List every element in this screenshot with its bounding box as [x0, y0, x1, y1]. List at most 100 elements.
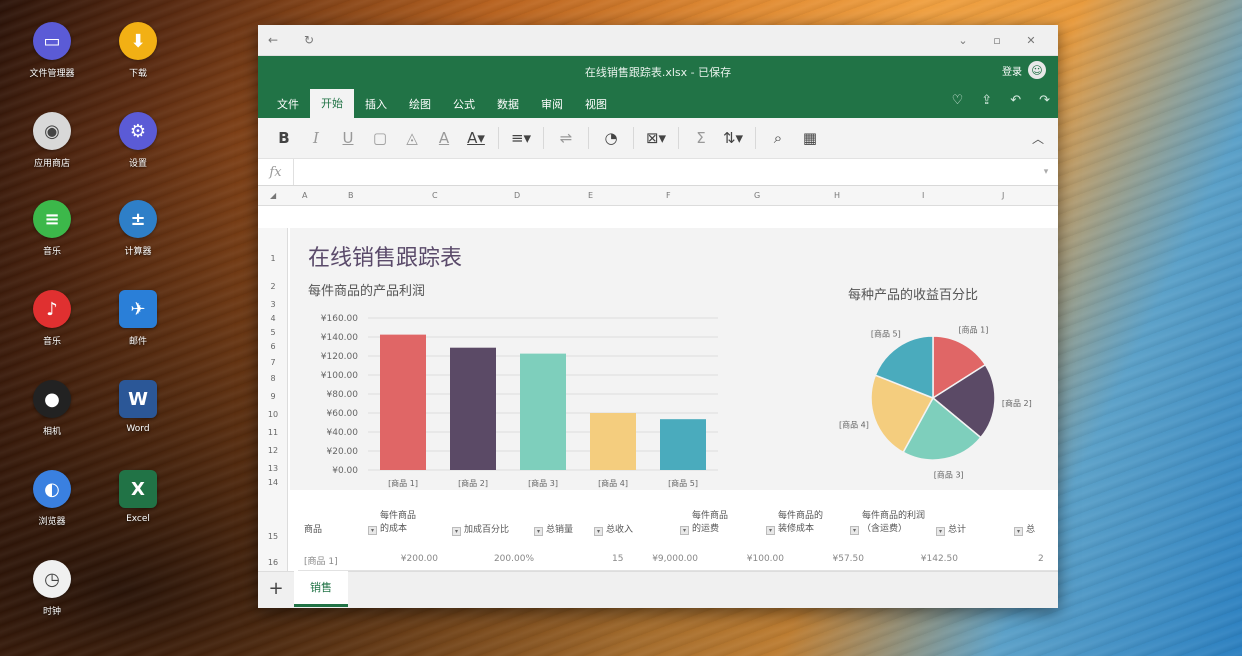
filter-dropdown-icon[interactable]: ▾ [594, 527, 603, 536]
row-header[interactable]: 16 [258, 558, 288, 567]
filter-dropdown-icon[interactable]: ▾ [1014, 527, 1023, 536]
desktop-icon-music-green[interactable]: ≡ 音乐 [12, 200, 92, 257]
bar-3[interactable] [520, 353, 566, 470]
select-all-corner[interactable]: ◢ [270, 191, 276, 200]
row-header[interactable]: 11 [258, 428, 288, 437]
desktop-icon-calculator[interactable]: ± 计算器 [98, 200, 178, 257]
tab-5[interactable]: 数据 [486, 91, 530, 118]
filter-dropdown-icon[interactable]: ▾ [766, 526, 775, 535]
column-header[interactable]: H [834, 191, 840, 200]
row-header[interactable]: 9 [258, 392, 288, 401]
table-cell[interactable]: ¥100.00 [747, 554, 784, 564]
column-header[interactable]: F [666, 191, 671, 200]
chevron-down-icon[interactable]: ▾ [1034, 167, 1058, 177]
sort-filter-icon[interactable]: ⇅▾ [717, 129, 749, 147]
bold-button[interactable]: B [268, 129, 300, 147]
table-cell[interactable]: ¥142.50 [921, 554, 958, 564]
row-header[interactable]: 10 [258, 410, 288, 419]
account-label[interactable]: 登录 [1002, 63, 1022, 78]
row-header[interactable]: 14 [258, 478, 288, 487]
filter-dropdown-icon[interactable]: ▾ [936, 527, 945, 536]
number-format-icon[interactable]: ◔ [595, 129, 627, 147]
chevron-up-icon[interactable]: ︿ [1032, 130, 1044, 147]
refresh-icon[interactable]: ↻ [304, 33, 340, 47]
table-cell[interactable]: 15 [612, 554, 623, 564]
table-cell[interactable]: [商品 1] [304, 554, 338, 567]
back-icon[interactable]: ← [268, 33, 304, 47]
desktop-icon-excel[interactable]: X Excel [98, 470, 178, 524]
tab-4[interactable]: 公式 [442, 91, 486, 118]
table-cell[interactable]: 2 [1038, 554, 1044, 564]
column-header[interactable]: C [432, 191, 438, 200]
underline-button[interactable]: U [332, 129, 364, 147]
row-header[interactable]: 7 [258, 358, 288, 367]
column-header[interactable]: E [588, 191, 593, 200]
filter-dropdown-icon[interactable]: ▾ [534, 527, 543, 536]
table-cell[interactable]: 200.00% [494, 554, 534, 564]
search-icon[interactable]: ⌕ [762, 129, 794, 147]
row-header[interactable]: 3 [258, 300, 288, 309]
tab-0[interactable]: 文件 [266, 91, 310, 118]
row-header[interactable]: 8 [258, 374, 288, 383]
bar-2[interactable] [450, 347, 496, 470]
avatar[interactable]: ☺ [1028, 61, 1046, 79]
desktop-icon-word[interactable]: W Word [98, 380, 178, 434]
desktop-icon-camera[interactable]: ● 相机 [12, 380, 92, 437]
table-cell[interactable]: ¥57.50 [833, 554, 865, 564]
pie-chart[interactable]: [商品 1] [商品 2] [商品 3] [商品 4] [商品 5] [818, 308, 1048, 488]
account-area[interactable]: 登录 ☺ [1002, 61, 1046, 79]
font-color-icon[interactable]: A▾ [460, 129, 492, 147]
desktop-icon-app-store[interactable]: ◉ 应用商店 [12, 112, 92, 169]
bar-4[interactable] [590, 413, 636, 470]
column-header[interactable]: D [514, 191, 520, 200]
desktop-icon-browser[interactable]: ◐ 浏览器 [12, 470, 92, 527]
row-header[interactable]: 5 [258, 328, 288, 337]
row-header[interactable]: 6 [258, 342, 288, 351]
tab-6[interactable]: 审阅 [530, 91, 574, 118]
desktop-icon-download[interactable]: ⬇ 下载 [98, 22, 178, 79]
close-button[interactable]: ✕ [1014, 34, 1048, 47]
table-cell[interactable]: ¥9,000.00 [652, 554, 698, 564]
table-icon[interactable]: ▦ [794, 129, 826, 147]
delete-cells-icon[interactable]: ⊠▾ [640, 129, 672, 147]
share-icon[interactable]: ⇪ [981, 93, 992, 108]
tab-1[interactable]: 开始 [310, 89, 354, 118]
row-header[interactable]: 4 [258, 314, 288, 323]
filter-dropdown-icon[interactable]: ▾ [850, 526, 859, 535]
borders-icon[interactable]: ▢ [364, 129, 396, 147]
desktop-icon-clock[interactable]: ◷ 时钟 [12, 560, 92, 617]
bar-1[interactable] [380, 334, 426, 470]
desktop-icon-music-red[interactable]: ♪ 音乐 [12, 290, 92, 347]
row-header[interactable]: 12 [258, 446, 288, 455]
wrap-text-icon[interactable]: ⇌ [550, 129, 582, 147]
maximize-button[interactable]: ▫ [980, 34, 1014, 47]
row-header[interactable]: 2 [258, 282, 288, 291]
tab-2[interactable]: 插入 [354, 91, 398, 118]
filter-dropdown-icon[interactable]: ▾ [452, 527, 461, 536]
fill-color-icon[interactable]: ◬ [396, 129, 428, 147]
align-icon[interactable]: ≡▾ [505, 129, 537, 147]
minimize-button[interactable]: ⌄ [946, 34, 980, 47]
filter-dropdown-icon[interactable]: ▾ [368, 526, 377, 535]
redo-icon[interactable]: ↷ [1039, 93, 1050, 108]
desktop-icon-mail[interactable]: ✈ 邮件 [98, 290, 178, 347]
table-cell[interactable]: ¥200.00 [401, 554, 438, 564]
row-header[interactable]: 13 [258, 464, 288, 473]
autosum-icon[interactable]: Σ [685, 129, 717, 147]
font-color-light-icon[interactable]: A [428, 129, 460, 147]
sheet-tab-sales[interactable]: 销售 [294, 571, 348, 607]
undo-icon[interactable]: ↶ [1010, 93, 1021, 108]
column-header[interactable]: I [922, 191, 924, 200]
add-sheet-button[interactable]: + [258, 572, 294, 608]
desktop-icon-file-manager[interactable]: ▭ 文件管理器 [12, 22, 92, 79]
column-header[interactable]: G [754, 191, 760, 200]
bar-chart[interactable]: ¥0.00 ¥20.00 ¥40.00 ¥60.00 ¥80.00 ¥100.00 ¥120… [288, 306, 728, 496]
column-header[interactable]: J [1002, 191, 1004, 200]
row-header[interactable]: 15 [258, 532, 288, 541]
worksheet[interactable]: 在线销售跟踪表 每件商品的产品利润 每种产品的收益百分比 ¥0.00 ¥20.00… [288, 228, 1058, 594]
desktop-icon-settings[interactable]: ⚙ 设置 [98, 112, 178, 169]
tab-3[interactable]: 绘图 [398, 91, 442, 118]
lightbulb-icon[interactable]: ♡ [952, 93, 964, 108]
bar-5[interactable] [660, 419, 706, 470]
table-row[interactable]: [商品 1] ¥200.00 200.00% 15 ¥9,000.00 ¥100.00 ¥5… [298, 548, 1058, 571]
